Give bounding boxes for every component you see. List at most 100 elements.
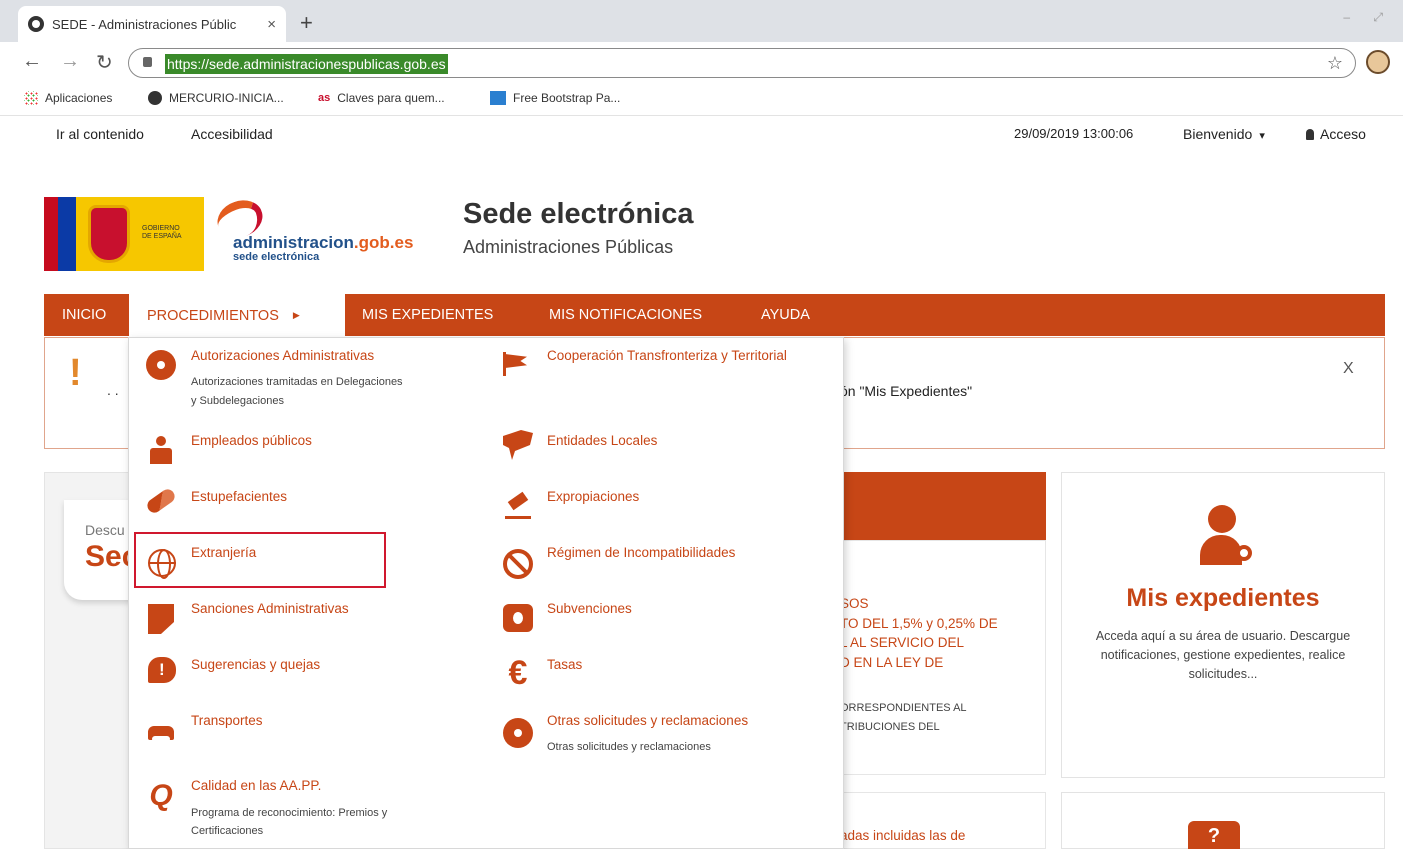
alert-text-tail: ón "Mis Expedientes" — [840, 383, 973, 399]
alert-text: . . — [107, 382, 119, 398]
news-small-text: TRIBUCIONES DEL — [840, 721, 940, 733]
browser-tab[interactable]: SEDE - Administraciones Públic × — [18, 6, 286, 42]
menu-item-cooperacion[interactable]: Cooperación Transfronteriza y Territoria… — [547, 348, 787, 363]
news-line[interactable]: adas incluidas las de — [840, 828, 965, 843]
nav-mis-notificaciones[interactable]: MIS NOTIFICACIONES — [549, 294, 702, 336]
menu-item-desc: y Subdelegaciones — [191, 395, 284, 407]
quality-icon: Q — [149, 779, 173, 812]
menu-item-calidad[interactable]: Calidad en las AA.PP. — [191, 778, 321, 793]
bookmarks-bar: Aplicaciones MERCURIO-INICIA... as Clave… — [0, 82, 1403, 116]
adm-logo-sub: sede electrónica — [233, 251, 320, 263]
welcome-dropdown[interactable]: Bienvenido — [1183, 126, 1265, 142]
nav-inicio[interactable]: INICIO — [62, 294, 106, 336]
ban-icon — [503, 549, 533, 579]
procedimientos-dropdown — [128, 337, 844, 849]
bookmark-mercurio[interactable]: MERCURIO-INICIA... — [148, 91, 284, 105]
menu-item-subvenciones[interactable]: Subvenciones — [547, 601, 632, 616]
highlight-box — [134, 532, 386, 588]
bookmark-label: Aplicaciones — [45, 91, 113, 105]
card-title[interactable]: Mis expedientes — [1061, 584, 1385, 613]
car-icon — [146, 718, 176, 748]
menu-item-desc: Programa de reconocimiento: Premios y — [191, 807, 388, 819]
menu-item-tasas[interactable]: Tasas — [547, 657, 582, 672]
forward-arrow-icon[interactable]: → — [60, 50, 80, 73]
back-arrow-icon[interactable]: ← — [22, 50, 42, 73]
browser-toolbar: ← → ↻ https://sede.administracionespubli… — [0, 42, 1403, 82]
nav-ayuda[interactable]: AYUDA — [761, 294, 810, 336]
nav-label: PROCEDIMIENTOS — [147, 308, 279, 324]
news-line[interactable]: TO DEL 1,5% y 0,25% DE — [840, 614, 998, 634]
login-link[interactable]: Acceso — [1306, 126, 1366, 142]
bookmark-label: Claves para quem... — [337, 91, 445, 105]
flag-stripe-red — [44, 197, 58, 271]
gov-logo-text: GOBIERNO DE ESPAÑA — [142, 225, 182, 240]
news-line[interactable]: SOS — [840, 594, 869, 614]
profile-avatar[interactable] — [1366, 50, 1390, 74]
menu-item-empleados[interactable]: Empleados públicos — [191, 433, 312, 448]
news-line[interactable]: L AL SERVICIO DEL — [840, 633, 964, 653]
news-header — [826, 472, 1046, 540]
skip-to-content-link[interactable]: Ir al contenido — [56, 126, 144, 142]
coat-of-arms-icon — [88, 205, 130, 263]
login-label: Acceso — [1320, 126, 1366, 142]
main-nav: INICIO PROCEDIMIENTOS ▶ MIS EXPEDIENTES M… — [44, 294, 1385, 336]
bookmark-apps[interactable]: Aplicaciones — [24, 91, 112, 105]
new-tab-button[interactable]: + — [300, 10, 313, 36]
menu-item-incompatibilidades[interactable]: Régimen de Incompatibilidades — [547, 545, 735, 560]
user-icon — [1306, 129, 1314, 140]
gear-icon — [146, 350, 176, 380]
money-icon — [503, 604, 533, 632]
as-logo-icon: as — [318, 92, 331, 104]
adm-logo-name: administracion.gob.es — [233, 233, 414, 252]
help-icon: ? — [1188, 821, 1240, 849]
tab-close-icon[interactable]: × — [267, 16, 276, 33]
window-controls[interactable]: – ⤢ — [1343, 10, 1393, 25]
reload-icon[interactable]: ↻ — [96, 50, 113, 75]
bookmark-label: MERCURIO-INICIA... — [169, 91, 284, 105]
url-text[interactable]: https://sede.administracionespublicas.go… — [165, 54, 448, 74]
menu-item-desc: Certificaciones — [191, 825, 264, 837]
alert-close-button[interactable]: X — [1343, 360, 1354, 378]
accessibility-link[interactable]: Accesibilidad — [191, 126, 273, 142]
bookmark-star-icon[interactable]: ☆ — [1327, 53, 1343, 74]
globe-icon — [148, 91, 162, 105]
bookmark-claves[interactable]: as Claves para quem... — [318, 91, 445, 105]
gear-icon — [503, 718, 533, 748]
menu-item-sugerencias[interactable]: Sugerencias y quejas — [191, 657, 320, 672]
gavel-icon — [503, 492, 533, 522]
employee-icon — [146, 436, 176, 466]
apps-grid-icon — [24, 91, 38, 105]
tab-favicon-icon — [28, 16, 44, 32]
menu-item-desc: Autorizaciones tramitadas en Delegacione… — [191, 376, 403, 388]
browser-tab-bar: SEDE - Administraciones Públic × + – ⤢ — [0, 0, 1403, 42]
warning-icon: ! — [69, 352, 82, 394]
administracion-logo[interactable]: administracion.gob.es sede electrónica — [205, 194, 445, 271]
menu-item-desc: Otras solicitudes y reclamaciones — [547, 741, 711, 753]
menu-item-estupefacientes[interactable]: Estupefacientes — [191, 489, 287, 504]
bootstrap-icon — [490, 91, 506, 105]
nav-procedimientos[interactable]: PROCEDIMIENTOS ▶ — [129, 294, 345, 336]
menu-item-autorizaciones[interactable]: Autorizaciones Administrativas — [191, 348, 374, 363]
news-small-text: ORRESPONDIENTES AL — [840, 702, 967, 714]
bookmark-bootstrap[interactable]: Free Bootstrap Pa... — [490, 91, 620, 105]
tab-title: SEDE - Administraciones Públic — [52, 16, 237, 32]
datetime: 29/09/2019 13:00:06 — [1014, 126, 1134, 141]
news-line[interactable]: D EN LA LEY DE — [840, 653, 943, 673]
menu-item-otras-solicitudes[interactable]: Otras solicitudes y reclamaciones — [547, 713, 748, 728]
caret-right-icon: ▶ — [292, 310, 300, 320]
promo-small-text: Descu — [85, 522, 125, 538]
complaint-icon — [148, 657, 176, 683]
menu-item-transportes[interactable]: Transportes — [191, 713, 263, 728]
nav-mis-expedientes[interactable]: MIS EXPEDIENTES — [362, 294, 493, 336]
menu-item-entidades-locales[interactable]: Entidades Locales — [547, 433, 657, 448]
menu-item-sanciones[interactable]: Sanciones Administrativas — [191, 601, 349, 616]
euro-icon: € — [508, 654, 528, 692]
card-text: Acceda aquí a su área de usuario. Descar… — [1095, 629, 1351, 681]
gobierno-espana-logo[interactable]: GOBIERNO DE ESPAÑA — [44, 197, 204, 271]
site-title: Sede electrónica — [463, 198, 694, 230]
flag-stripe-blue — [58, 197, 76, 271]
user-key-icon — [1198, 505, 1258, 569]
address-bar[interactable]: https://sede.administracionespublicas.go… — [128, 48, 1356, 78]
menu-item-expropiaciones[interactable]: Expropiaciones — [547, 489, 639, 504]
site-subtitle: Administraciones Públicas — [463, 237, 674, 257]
